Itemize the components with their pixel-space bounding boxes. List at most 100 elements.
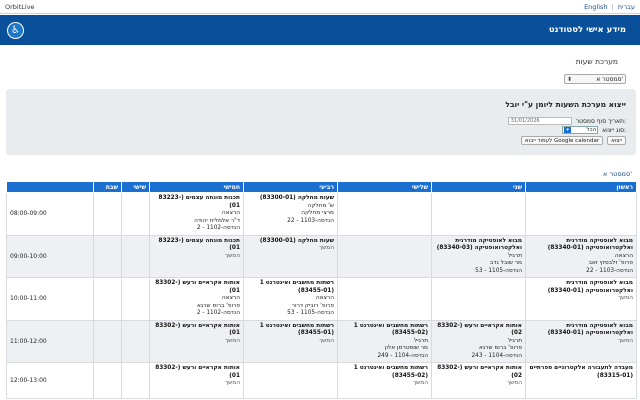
course-detail: ד"ר אלמליח יהודה xyxy=(194,217,240,224)
course-detail: הנדסה-1103 - 22 xyxy=(586,267,633,274)
course-detail: תרגיל xyxy=(507,252,522,259)
course-detail: המשך xyxy=(225,252,240,259)
course-name: רשתות מחשבים ואינטרנט 1 (83455-02) xyxy=(353,365,428,379)
schedule-cell[interactable]: שעות מחלקה (83300-01) המשך xyxy=(243,234,338,278)
header-thursday: חמישי xyxy=(149,181,244,193)
schedule-cell xyxy=(121,362,150,399)
course-detail: פרופ' זלבסקי זאב xyxy=(588,260,633,266)
lang-english-link[interactable]: English xyxy=(584,3,607,11)
semester-label: סמסטר א' xyxy=(603,170,632,178)
course-name: תכנות מונחה עצמים (83223-01) xyxy=(158,195,240,209)
schedule-cell[interactable]: מבוא לאופטיקה מודרנית ואלקטרואופטיקה (83… xyxy=(431,234,526,278)
export-button[interactable]: ייצוא xyxy=(607,136,626,145)
schedule-cell[interactable]: רשתות מחשבים ואינטרנט 1 (83455-02) תרגיל מ… xyxy=(337,319,432,363)
schedule-table: ראשון שני שלישי רביעי חמישי שישי שבת שעו… xyxy=(6,181,637,399)
export-type-label: סוג ייצוא: xyxy=(602,126,626,134)
schedule-header-row: ראשון שני שלישי רביעי חמישי שישי שבת xyxy=(6,181,637,193)
schedule-cell xyxy=(121,277,150,321)
course-detail: הנדסה-1105 - 53 xyxy=(475,267,522,274)
schedule-cell xyxy=(525,192,637,236)
export-panel-title: ייצוא מערכת השעות ליומן ע"י יובל xyxy=(505,100,626,109)
semester-select[interactable]: ⬍ סמסטר א' xyxy=(564,74,626,84)
lang-hebrew-link[interactable]: עברית xyxy=(618,3,635,11)
course-detail: המשך xyxy=(225,337,240,344)
schedule-cell[interactable]: אותות אקראיים ורעש (83302-01) המשך xyxy=(149,319,244,363)
hour-cell: 09:00-10:00 xyxy=(6,234,94,278)
course-detail: הרצאה xyxy=(221,295,240,301)
course-detail: הרצאה xyxy=(614,252,633,259)
chevron-down-icon: ▾ xyxy=(564,127,572,133)
schedule-cell[interactable]: שעות מחלקה (83300-01) ש' מחלקה מרצי מחלקה ה… xyxy=(243,192,338,236)
schedule-cell[interactable]: מעבדה לתעבורה אלקטרוניים ספרתיים (83315-… xyxy=(525,362,637,399)
course-name: מבוא לאופטיקה מודרנית ואלקטרואופטיקה (83… xyxy=(547,322,633,337)
course-name: אותות אקראיים ורעש (83302-02) xyxy=(437,365,522,379)
schedule-cell xyxy=(337,234,432,278)
course-detail: תרגיל xyxy=(413,337,428,344)
schedule-cell[interactable]: אותות אקראיים ורעש (83302-01) המשך xyxy=(149,362,244,399)
section-title: מערכת שעות xyxy=(575,57,618,66)
course-detail: המשך xyxy=(618,295,633,301)
export-type-row: ▾ הכל סוג ייצוא: xyxy=(562,126,626,134)
course-name: רשתות מחשבים ואינטרנט 1 (83455-01) xyxy=(259,322,334,337)
course-detail: תרגיל xyxy=(507,337,522,344)
schedule-cell xyxy=(93,362,122,399)
schedule-cell xyxy=(337,192,432,236)
course-detail: המשך xyxy=(507,380,522,386)
course-detail: הנדסה-1105 - 53 xyxy=(287,310,334,316)
schedule-cell[interactable]: אותות אקראיים ורעש (83302-02) המשך xyxy=(431,362,526,399)
schedule-cell[interactable]: תכנות מונחה עצמים (83223-01) המשך xyxy=(149,234,244,278)
course-detail: פרופ' ברוס שרגא xyxy=(479,345,522,351)
course-detail: המשך xyxy=(225,380,240,386)
language-switcher: English | עברית xyxy=(584,3,635,11)
schedule-cell xyxy=(431,277,526,321)
table-row: מעבדה לתעבורה אלקטרוניים ספרתיים (83315-… xyxy=(6,362,637,399)
schedule-cell[interactable]: תכנות מונחה עצמים (83223-01) הרצאה ד"ר אלמ… xyxy=(149,192,244,236)
google-calendar-button[interactable]: לעמוד ייבוא Google calendar xyxy=(520,136,604,145)
page-title: מידע אישי לסטודנט xyxy=(548,25,626,35)
schedule-cell xyxy=(121,234,150,278)
table-row: שעות מחלקה (83300-01) ש' מחלקה מרצי מחלקה ה… xyxy=(6,192,637,236)
accessibility-icon[interactable]: ♿ xyxy=(7,22,24,39)
course-detail: הנדסה-1102 - 2 xyxy=(196,310,240,316)
schedule-cell[interactable]: מבוא לאופטיקה מודרנית ואלקטרואופטיקה (83… xyxy=(525,277,637,321)
hour-cell: 11:00-12:00 xyxy=(6,319,94,363)
schedule-cell[interactable]: רשתות מחשבים ואינטרנט 1 (83455-01) המשך xyxy=(243,319,338,363)
brand-name: OrbitLive xyxy=(5,2,35,11)
schedule-cell[interactable]: אותות אקראיים ורעש (83302-02) תרגיל פרופ' … xyxy=(431,319,526,363)
course-name: רשתות מחשבים ואינטרנט 1 (83455-01) xyxy=(259,280,334,294)
schedule-cell[interactable]: מבוא לאופטיקה מודרנית ואלקטרואופטיקה (83… xyxy=(525,234,637,278)
schedule-cell[interactable]: מבוא לאופטיקה מודרנית ואלקטרואופטיקה (83… xyxy=(525,319,637,363)
course-detail: המשך xyxy=(319,245,334,251)
header-wednesday: רביעי xyxy=(243,181,338,193)
end-date-row: 31/01/2026 תאריך סוף סמסטר: xyxy=(507,117,626,125)
course-detail: פרופ' ברוס שרגא xyxy=(197,302,240,309)
hour-cell: 12:00-13:00 xyxy=(6,362,94,399)
schedule-cell xyxy=(121,319,150,363)
hour-cell: 08:00-09:00 xyxy=(6,192,94,236)
schedule-cell xyxy=(93,319,122,363)
schedule-cell[interactable]: רשתות מחשבים ואינטרנט 1 (83455-02) המשך xyxy=(337,362,432,399)
schedule-cell xyxy=(121,192,150,236)
course-name: מבוא לאופטיקה מודרנית ואלקטרואופטיקה (83… xyxy=(436,237,522,252)
course-name: שעות מחלקה (83300-01) xyxy=(259,195,334,201)
schedule-cell[interactable]: אותות אקראיים ורעש (83302-01) הרצאה פרופ' … xyxy=(149,277,244,321)
export-panel: ייצוא מערכת השעות ליומן ע"י יובל 31/01/2… xyxy=(6,89,636,155)
course-name: תכנות מונחה עצמים (83223-01) xyxy=(158,237,240,252)
table-row: מבוא לאופטיקה מודרנית ואלקטרואופטיקה (83… xyxy=(6,319,637,363)
schedule-cell[interactable]: רשתות מחשבים ואינטרנט 1 (83455-01) הרצאה פ… xyxy=(243,277,338,321)
course-detail: המשך xyxy=(618,337,633,344)
chevron-down-icon: ⬍ xyxy=(567,75,573,83)
schedule-cell xyxy=(337,277,432,321)
course-detail: הנדסה-1104 - 243 xyxy=(471,352,522,359)
export-buttons-row: לעמוד ייבוא Google calendar ייצוא xyxy=(520,136,626,145)
lang-separator: | xyxy=(611,2,614,11)
table-row: מבוא לאופטיקה מודרנית ואלקטרואופטיקה (83… xyxy=(6,234,637,278)
course-detail: מרצי מחלקה xyxy=(301,210,334,216)
page-header: מידע אישי לסטודנט xyxy=(0,15,640,45)
header-monday: שני xyxy=(431,181,526,193)
course-detail: הנדסה-1104 - 249 xyxy=(377,352,428,359)
export-type-select[interactable]: ▾ הכל xyxy=(562,126,599,134)
header-saturday: שבת xyxy=(93,181,122,193)
end-date-input[interactable]: 31/01/2026 xyxy=(507,117,572,125)
header-hour xyxy=(6,181,94,193)
